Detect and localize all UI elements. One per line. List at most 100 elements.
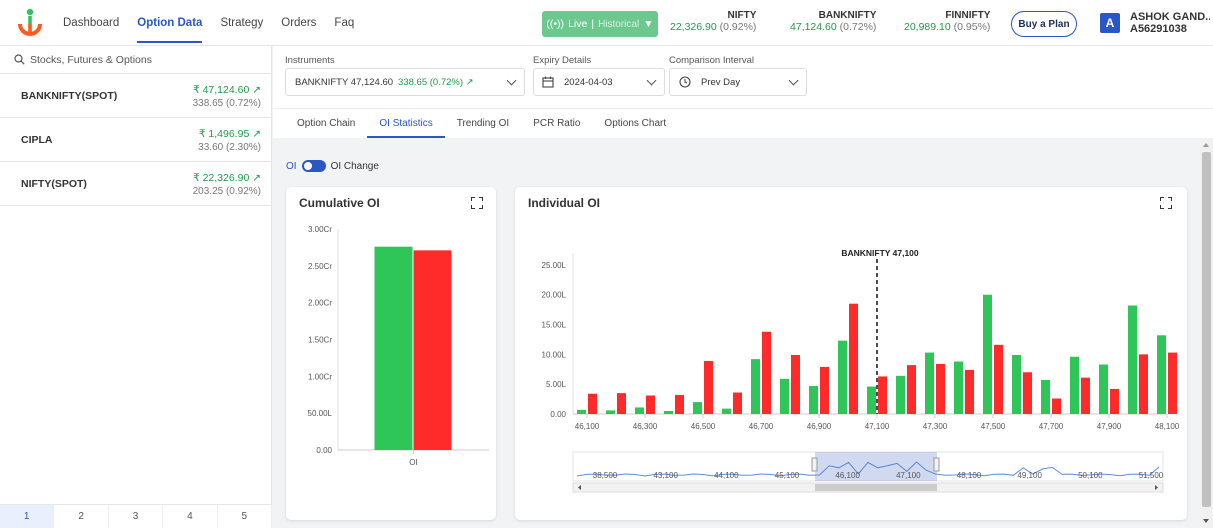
page-1-button[interactable]: 1: [0, 505, 55, 528]
put-oi-bar: [1110, 388, 1119, 414]
watchlist-item[interactable]: BANKNIFTY(SPOT) ₹ 47,124.60 ↗ 338.65 (0.…: [0, 74, 271, 118]
tab-oi-statistics[interactable]: OI Statistics: [367, 109, 446, 139]
watchlist-item[interactable]: CIPLA ₹ 1,496.95 ↗ 33.60 (2.30%): [0, 118, 271, 162]
stock-name: NIFTY(SPOT): [21, 178, 87, 190]
index-value: 47,124.60: [790, 21, 837, 33]
stock-change: 33.60 (2.30%): [198, 142, 261, 153]
toggle-oi-label: OI: [286, 160, 297, 172]
nav-faq[interactable]: Faq: [334, 0, 354, 46]
put-oi-bar: [936, 363, 945, 414]
caret-down-icon: ▼: [643, 18, 654, 30]
toggle-oi-change-label: OI Change: [330, 160, 379, 172]
navigator-label: 50,100: [1078, 471, 1103, 480]
watchlist-sidebar: Stocks, Futures & Options BANKNIFTY(SPOT…: [0, 46, 273, 528]
put-oi-bar: [762, 331, 771, 414]
x-tick-label: OI: [409, 458, 417, 467]
put-oi-bar: [1168, 352, 1177, 414]
tab-option-chain[interactable]: Option Chain: [285, 109, 367, 139]
page-3-button[interactable]: 3: [109, 505, 164, 528]
bar: [374, 246, 413, 450]
x-tick-label: 46,700: [749, 422, 774, 431]
stock-name: BANKNIFTY(SPOT): [21, 90, 118, 102]
tab-options-chart[interactable]: Options Chart: [592, 109, 678, 139]
call-oi-bar: [635, 407, 644, 414]
tab-pcr-ratio[interactable]: PCR Ratio: [521, 109, 592, 139]
put-oi-bar: [1139, 354, 1148, 414]
y-tick-label: 1.00Cr: [308, 372, 332, 381]
scroll-up-icon[interactable]: [1203, 143, 1209, 147]
instruments-label: Instruments: [285, 55, 335, 66]
live-historical-dropdown[interactable]: ((•)) Live | Historical ▼: [542, 11, 658, 37]
put-oi-bar: [733, 392, 742, 414]
watchlist-item[interactable]: NIFTY(SPOT) ₹ 22,326.90 ↗ 203.25 (0.92%): [0, 162, 271, 206]
page-4-button[interactable]: 4: [163, 505, 218, 528]
y-tick-label: 25.00L: [542, 261, 567, 270]
navigator-label: 47,100: [896, 471, 921, 480]
expiry-label: Expiry Details: [533, 55, 592, 66]
avatar[interactable]: A: [1100, 13, 1120, 33]
navigator-label: 45,100: [775, 471, 800, 480]
stock-name: CIPLA: [21, 134, 53, 146]
oi-change-toggle[interactable]: [301, 160, 326, 172]
expiry-select[interactable]: 2024-04-03: [533, 68, 665, 96]
nav-option-data[interactable]: Option Data: [137, 0, 203, 46]
oi-toggle-row: OI OI Change: [286, 160, 379, 172]
call-oi-bar: [1157, 335, 1166, 414]
nav-dashboard[interactable]: Dashboard: [63, 0, 119, 46]
live-label: Live: [568, 18, 588, 30]
page-2-button[interactable]: 2: [54, 505, 109, 528]
instrument-name: BANKNIFTY 47,124.60: [295, 76, 394, 88]
individual-oi-chart: 0.00 5.00L 10.00L 15.00L 20.00L 25.00L 46,100 4…: [542, 248, 1180, 493]
navigator-label: 43,100: [653, 471, 678, 480]
user-menu[interactable]: ASHOK GAND... A56291038: [1130, 11, 1210, 35]
put-oi-bar: [820, 366, 829, 414]
put-oi-bar: [617, 393, 626, 414]
y-tick-label: 0.00: [316, 446, 332, 455]
interval-value: Prev Day: [701, 76, 741, 88]
scroll-down-icon[interactable]: [1203, 519, 1209, 523]
scroll-thumb[interactable]: [1202, 152, 1211, 507]
call-oi-bar: [983, 294, 992, 414]
x-tick-label: 47,500: [981, 422, 1006, 431]
spot-label: BANKNIFTY 47,100: [841, 248, 919, 258]
nav-strategy[interactable]: Strategy: [220, 0, 263, 46]
user-name: ASHOK GAND...: [1130, 11, 1210, 23]
navigator-handle-right: [933, 457, 940, 472]
search-icon: [14, 54, 25, 65]
index-finnifty: FINNIFTY 20,989.10 (0.95%): [904, 10, 990, 33]
call-oi-bar: [954, 361, 963, 414]
put-oi-bar: [646, 395, 655, 414]
cumulative-oi-chart: 0.00 50.00L 1.00Cr 1.50Cr 2.00Cr 2.50Cr 3.00Cr…: [308, 225, 489, 467]
y-tick-label: 50.00L: [308, 409, 333, 418]
tab-trending-oi[interactable]: Trending OI: [445, 109, 521, 139]
x-tick-label: 46,300: [633, 422, 658, 431]
stock-price: ₹ 1,496.95 ↗: [198, 128, 261, 140]
live-signal-icon: ((•)): [546, 18, 565, 30]
x-tick-label: 46,500: [691, 422, 716, 431]
navigator-label: 44,100: [714, 471, 739, 480]
put-oi-bar: [704, 360, 713, 414]
page-5-button[interactable]: 5: [218, 505, 273, 528]
put-oi-bar: [588, 393, 597, 414]
index-change: (0.92%): [719, 21, 757, 33]
buy-plan-button[interactable]: Buy a Plan: [1011, 11, 1077, 37]
index-banknifty: BANKNIFTY 47,124.60 (0.72%): [790, 10, 876, 33]
call-oi-bar: [1012, 354, 1021, 414]
x-tick-label: 47,300: [923, 422, 948, 431]
instrument-select[interactable]: BANKNIFTY 47,124.60 338.65 (0.72%) ↗: [285, 68, 525, 96]
call-oi-bar: [751, 359, 760, 414]
x-tick-label: 47,900: [1097, 422, 1122, 431]
chevron-down-icon: [646, 75, 657, 86]
put-oi-bar: [907, 365, 916, 414]
navigator-label: 51,500: [1139, 471, 1164, 480]
nav-orders[interactable]: Orders: [281, 0, 316, 46]
calendar-icon: [542, 76, 554, 88]
stock-change: 203.25 (0.92%): [192, 186, 261, 197]
index-name: FINNIFTY: [945, 10, 991, 21]
logo-icon[interactable]: [17, 8, 43, 38]
search-input[interactable]: Stocks, Futures & Options: [0, 46, 271, 74]
put-oi-bar: [994, 344, 1003, 414]
option-tabs: Option Chain OI Statistics Trending OI P…: [273, 108, 1213, 138]
interval-select[interactable]: Prev Day: [669, 68, 807, 96]
page-scrollbar[interactable]: [1200, 138, 1213, 528]
